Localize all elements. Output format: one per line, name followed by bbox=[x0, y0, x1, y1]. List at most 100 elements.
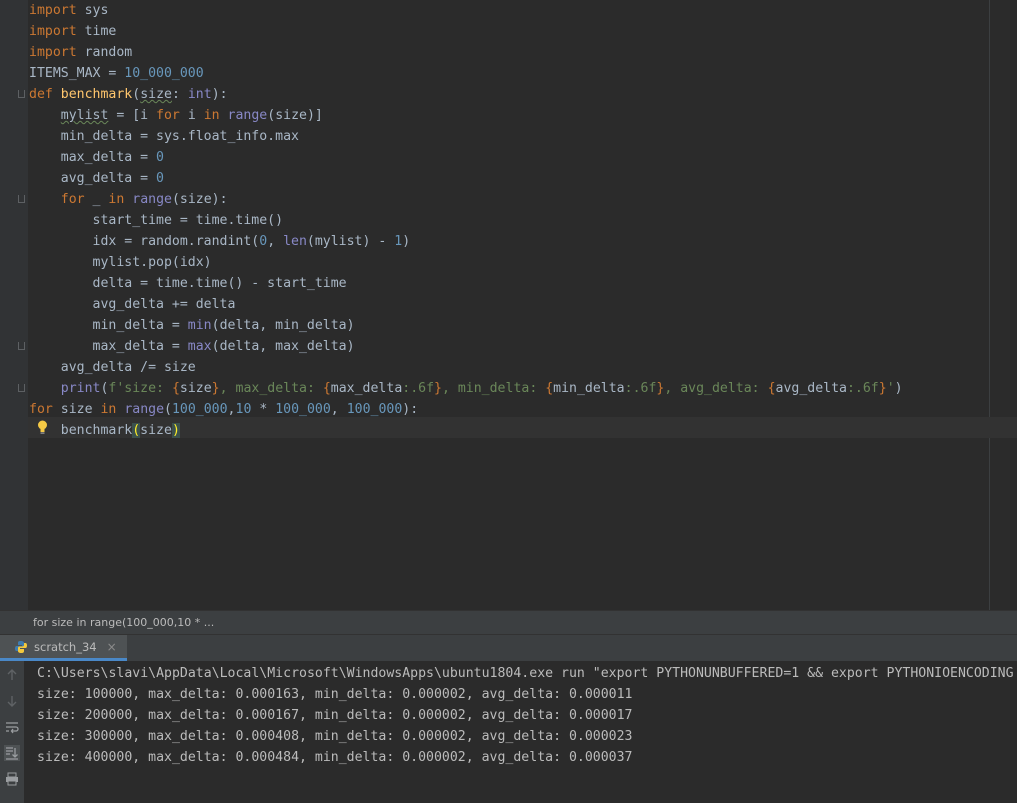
fold-marker-icon[interactable] bbox=[18, 195, 25, 203]
code-line[interactable]: print(f'size: {size}, max_delta: {max_de… bbox=[29, 378, 903, 399]
code-token: for bbox=[60, 192, 85, 207]
code-token: , min_delta: bbox=[441, 381, 546, 396]
code-line[interactable]: delta = time.time() - start_time bbox=[29, 273, 347, 294]
scroll-to-end-icon[interactable] bbox=[4, 745, 20, 761]
console-output-line: size: 100000, max_delta: 0.000163, min_d… bbox=[37, 687, 633, 702]
right-margin-guide bbox=[989, 0, 990, 610]
code-line[interactable]: max_delta = 0 bbox=[29, 147, 164, 168]
code-line[interactable]: for _ in range(size): bbox=[29, 189, 228, 210]
code-token: max bbox=[187, 339, 212, 354]
code-token: , bbox=[330, 402, 347, 417]
code-token: } bbox=[211, 381, 220, 396]
code-token: 10 bbox=[235, 402, 252, 417]
close-icon[interactable]: × bbox=[107, 640, 117, 654]
tab-scratch-34[interactable]: scratch_34 × bbox=[0, 635, 127, 661]
console-output-line: size: 300000, max_delta: 0.000408, min_d… bbox=[37, 729, 633, 744]
code-token: 0 bbox=[156, 150, 164, 165]
run-toolbar bbox=[0, 661, 24, 803]
code-token: for bbox=[29, 402, 53, 417]
code-token: * bbox=[251, 402, 276, 417]
code-token: for bbox=[156, 108, 180, 123]
code-token: _ bbox=[84, 192, 109, 207]
code-token: avg_delta = bbox=[29, 171, 157, 186]
console-output[interactable]: C:\Users\slavi\AppData\Local\Microsoft\W… bbox=[24, 661, 1017, 803]
breadcrumb[interactable]: for size in range(100_000,10 * ... bbox=[0, 610, 1017, 634]
code-token: size bbox=[140, 423, 172, 438]
arrow-up-icon[interactable] bbox=[4, 667, 20, 683]
fold-marker-icon[interactable] bbox=[18, 384, 25, 392]
code-token: ( bbox=[164, 402, 172, 417]
code-token: max_delta = bbox=[29, 339, 188, 354]
editor-gutter[interactable] bbox=[0, 0, 28, 610]
code-token: (size): bbox=[171, 192, 228, 207]
code-token: 0 bbox=[259, 234, 268, 249]
code-token: :.6f bbox=[402, 381, 435, 396]
code-line[interactable]: def benchmark(size: int): bbox=[29, 84, 228, 105]
code-token: (size)] bbox=[267, 108, 323, 123]
fold-marker-icon[interactable] bbox=[18, 90, 25, 98]
code-token: start_time = time.time() bbox=[29, 213, 284, 228]
code-line[interactable]: idx = random.randint(0, len(mylist) - 1) bbox=[29, 231, 411, 252]
code-line[interactable]: benchmark(size) bbox=[29, 420, 180, 441]
code-line[interactable]: start_time = time.time() bbox=[29, 210, 284, 231]
arrow-down-icon[interactable] bbox=[4, 693, 20, 709]
code-token: range bbox=[124, 402, 165, 417]
code-line[interactable]: import time bbox=[29, 21, 116, 42]
code-token: ) bbox=[171, 423, 180, 438]
code-token: } bbox=[434, 381, 442, 396]
code-line[interactable]: import random bbox=[29, 42, 132, 63]
code-token: min_delta bbox=[553, 381, 625, 396]
breadcrumb-item[interactable]: for size in range(100_000,10 * ... bbox=[33, 611, 214, 635]
code-token: delta = time.time() - start_time bbox=[29, 276, 347, 291]
code-line[interactable]: avg_delta /= size bbox=[29, 357, 196, 378]
code-token: 100_000 bbox=[171, 402, 228, 417]
code-editor[interactable]: import sys import time import random ITEMS_… bbox=[0, 0, 1017, 610]
code-token: import bbox=[29, 24, 77, 39]
code-token: , bbox=[227, 402, 236, 417]
code-token: { bbox=[171, 381, 180, 396]
code-token: in bbox=[100, 402, 117, 417]
code-line[interactable]: ITEMS_MAX = 10_000_000 bbox=[29, 63, 204, 84]
code-token: ( bbox=[132, 87, 141, 102]
code-token: f'size: bbox=[108, 381, 172, 396]
code-token: :.6f bbox=[624, 381, 657, 396]
fold-marker-icon[interactable] bbox=[18, 342, 25, 350]
code-token: (mylist) - bbox=[306, 234, 395, 249]
code-token: :.6f bbox=[846, 381, 879, 396]
code-token: int bbox=[187, 87, 212, 102]
code-line[interactable]: avg_delta = 0 bbox=[29, 168, 164, 189]
code-token: avg_delta bbox=[775, 381, 847, 396]
code-token: avg_delta /= size bbox=[29, 360, 196, 375]
code-token: 100_000 bbox=[346, 402, 403, 417]
code-line[interactable]: max_delta = max(delta, max_delta) bbox=[29, 336, 355, 357]
code-token: min_delta = bbox=[29, 318, 188, 333]
print-icon[interactable] bbox=[4, 771, 20, 787]
code-token: max_delta bbox=[330, 381, 403, 396]
code-token: len bbox=[283, 234, 307, 249]
code-token: range bbox=[132, 192, 172, 207]
code-token: , max_delta: bbox=[219, 381, 323, 396]
code-token: def bbox=[29, 87, 53, 102]
code-token: import bbox=[29, 3, 77, 18]
code-token: in bbox=[108, 192, 125, 207]
code-line[interactable]: import sys bbox=[29, 0, 108, 21]
code-token: { bbox=[545, 381, 554, 396]
code-token: { bbox=[322, 381, 331, 396]
code-line[interactable]: avg_delta += delta bbox=[29, 294, 236, 315]
code-line[interactable]: mylist.pop(idx) bbox=[29, 252, 212, 273]
code-token: (delta, max_delta) bbox=[211, 339, 355, 354]
code-line[interactable]: for size in range(100_000,10 * 100_000, … bbox=[29, 399, 418, 420]
code-token: : bbox=[171, 87, 188, 102]
code-token: ): bbox=[211, 87, 228, 102]
code-token: size bbox=[179, 381, 212, 396]
code-line[interactable]: min_delta = min(delta, min_delta) bbox=[29, 315, 355, 336]
code-token: range bbox=[227, 108, 268, 123]
code-line[interactable]: min_delta = sys.float_info.max bbox=[29, 126, 299, 147]
code-token: random bbox=[76, 45, 133, 60]
code-line[interactable]: mylist = [i for i in range(size)] bbox=[29, 105, 323, 126]
soft-wrap-icon[interactable] bbox=[4, 719, 20, 735]
code-token: in bbox=[203, 108, 220, 123]
code-token: mylist bbox=[60, 108, 109, 123]
code-token: min bbox=[187, 318, 212, 333]
